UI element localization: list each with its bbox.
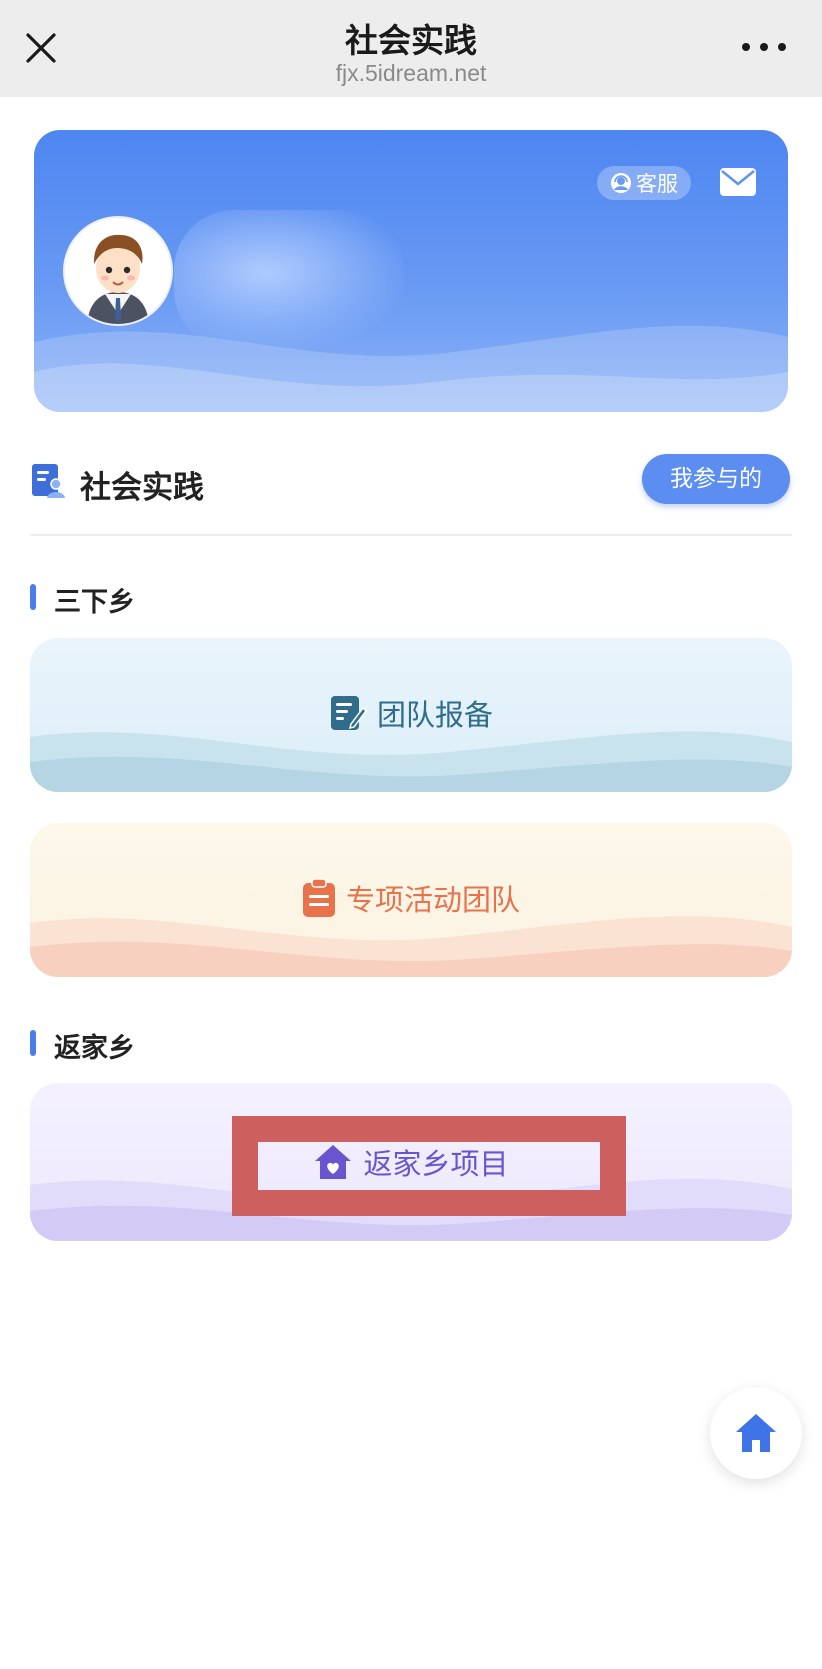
team-registration-tile[interactable]: 团队报备 [30, 638, 792, 792]
username-blurred [174, 210, 404, 350]
message-button[interactable] [720, 168, 756, 200]
headset-icon [611, 173, 631, 193]
group-title: 返家乡 [54, 1033, 135, 1064]
avatar[interactable] [63, 216, 173, 326]
section-header: 社会实践 我参与的 [30, 452, 792, 512]
dot-icon [742, 43, 750, 51]
tile-label: 团队报备 [376, 698, 493, 732]
home-icon [736, 1414, 776, 1452]
more-options-button[interactable] [742, 40, 786, 54]
page-title: 社会实践 [345, 21, 477, 60]
customer-service-button[interactable]: 客服 [597, 166, 691, 200]
section-title: 社会实践 [80, 470, 204, 506]
dot-icon [778, 43, 786, 51]
highlight-box [232, 1116, 626, 1216]
group-marker [30, 1030, 36, 1056]
mail-icon [720, 168, 756, 196]
group-title: 三下乡 [54, 587, 135, 618]
practice-icon [30, 462, 66, 502]
edit-document-icon [330, 696, 367, 730]
profile-card: 客服 [34, 130, 788, 412]
wave-decoration [34, 325, 788, 412]
divider [30, 534, 792, 536]
page-url: fjx.5idream.net [335, 60, 487, 86]
home-button[interactable] [710, 1387, 802, 1479]
group-marker [30, 584, 36, 610]
tile-content: 专项活动团队 [30, 877, 792, 919]
clipboard-icon [302, 879, 335, 917]
tile-content: 团队报备 [30, 692, 792, 734]
special-activity-team-tile[interactable]: 专项活动团队 [30, 823, 792, 977]
tile-label: 专项活动团队 [345, 883, 520, 917]
service-label: 客服 [636, 172, 678, 196]
dot-icon [760, 43, 768, 51]
my-participation-button[interactable]: 我参与的 [642, 454, 790, 504]
avatar-illustration [65, 218, 171, 324]
navigation-bar: 社会实践 fjx.5idream.net [0, 0, 822, 97]
